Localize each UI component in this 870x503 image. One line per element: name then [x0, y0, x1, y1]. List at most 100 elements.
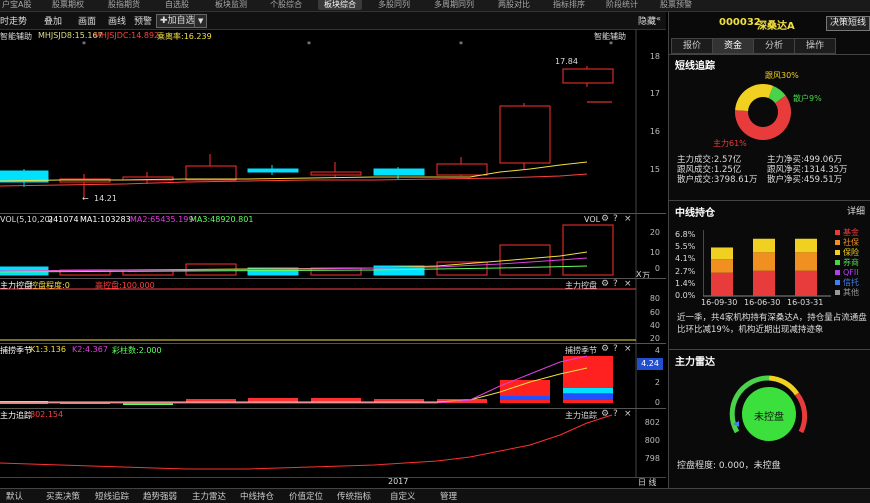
holding-legend: 基金 社保 保险 券商 QFII 信托 其他 — [835, 228, 869, 298]
donut-label-main: 主力61% — [713, 139, 747, 148]
holding-bar-segment — [795, 238, 817, 253]
season-bar-cyan — [563, 388, 613, 393]
day-line-toggle[interactable]: 日 线 — [638, 477, 657, 488]
nav-item[interactable]: 户宝A股 — [2, 0, 31, 10]
season-bar-blue — [563, 394, 613, 400]
stat-retail-net: 散户净买:459.51万 — [767, 175, 843, 185]
legend-item: 社保 — [835, 238, 869, 248]
holding-bar-segment — [753, 238, 775, 253]
toolbar-alert[interactable]: 预警 — [134, 14, 152, 27]
y-tick: 17 — [649, 89, 660, 98]
trace-chart[interactable] — [0, 409, 666, 477]
min-price-label-arrow: ← — [82, 194, 89, 203]
volume-chart[interactable] — [0, 214, 666, 278]
candle — [499, 105, 551, 164]
season-chart[interactable] — [0, 344, 666, 408]
bottom-tab[interactable]: 自定义 — [390, 490, 416, 502]
tab-quote[interactable]: 报价 — [671, 38, 713, 54]
y-tick: 800 — [644, 436, 660, 445]
y-tick: 4 — [654, 346, 660, 355]
nav-item[interactable]: 指标排序 — [553, 0, 585, 10]
x-label: 16-09-30 — [701, 298, 738, 307]
candle — [59, 178, 111, 183]
y-tick: 1.4% — [675, 279, 696, 288]
add-watchlist-button[interactable]: ✚加自选 — [156, 14, 199, 28]
bottom-tab[interactable]: 趋势强弱 — [143, 490, 177, 502]
min-price-label: 14.21 — [94, 194, 117, 203]
bottom-tab[interactable]: 默认 — [6, 490, 23, 502]
nav-item[interactable]: 股指期货 — [108, 0, 140, 10]
time-axis — [0, 477, 666, 488]
holding-detail-link[interactable]: 详细 — [847, 204, 865, 217]
hide-panel-button[interactable]: 隐藏 — [638, 14, 656, 27]
nav-item[interactable]: 股票期权 — [52, 0, 84, 10]
legend-swatch — [835, 250, 840, 255]
holding-bar-segment — [753, 270, 775, 296]
decision-button[interactable]: 决策短线 — [826, 16, 870, 31]
tab-analysis[interactable]: 分析 — [753, 38, 795, 54]
y-tick: 60 — [649, 308, 660, 317]
nav-item[interactable]: 多周期同列 — [434, 0, 474, 10]
legend-swatch — [835, 280, 840, 285]
divider — [669, 200, 870, 201]
top-nav: 户宝A股 股票期权 股指期货 自选股 板块监测 个股综合 板块综合 多股同列 多… — [0, 0, 870, 12]
nav-item[interactable]: 自选股 — [165, 0, 189, 10]
y-tick: 0 — [654, 398, 660, 407]
y-tick: 2 — [654, 378, 660, 387]
bottom-tab[interactable]: 价值定位 — [289, 490, 323, 502]
y-tick: 10 — [649, 248, 660, 257]
toolbar-overlay[interactable]: 叠加 — [44, 14, 62, 27]
y-tick: 20 — [649, 334, 660, 343]
x-label: 16-03-31 — [787, 298, 824, 307]
nav-item[interactable]: 多股同列 — [378, 0, 410, 10]
bottom-tab[interactable]: 买卖决策 — [46, 490, 80, 502]
bottom-tab[interactable]: 短线追踪 — [95, 490, 129, 502]
bottom-tab[interactable]: 中线持仓 — [240, 490, 274, 502]
nav-item[interactable]: 个股综合 — [270, 0, 302, 10]
bottom-tab[interactable]: 传统指标 — [337, 490, 371, 502]
nav-item-active[interactable]: 板块综合 — [318, 0, 362, 10]
nav-item[interactable]: 两股对比 — [498, 0, 530, 10]
double-chevron-icon[interactable]: « — [656, 14, 661, 23]
legend-item: 其他 — [835, 288, 869, 298]
legend-item: QFII — [835, 268, 869, 278]
nav-item[interactable]: 板块监测 — [215, 0, 247, 10]
shortline-donut-chart — [735, 84, 791, 140]
candle — [247, 168, 299, 173]
bottom-tab[interactable]: 管理 — [440, 490, 457, 502]
holding-bar-chart — [703, 230, 831, 297]
legend-item: 基金 — [835, 228, 869, 238]
holding-bar-segment — [795, 270, 817, 296]
max-price-label: 17.84 — [555, 57, 578, 66]
control-chart[interactable] — [0, 279, 666, 343]
y-tick: 798 — [644, 454, 660, 463]
candle — [373, 168, 425, 176]
nav-item[interactable]: 阶段统计 — [606, 0, 638, 10]
season-current-value: 4.24 — [637, 358, 663, 370]
toolbar-draw[interactable]: 画线 — [108, 14, 126, 27]
donut-label-retail: 散户9% — [793, 94, 822, 103]
tab-operate[interactable]: 操作 — [794, 38, 836, 54]
stat-retail-volume: 散户成交:3798.61万 — [677, 175, 758, 185]
legend-swatch — [835, 260, 840, 265]
donut-label-follow: 跟风30% — [765, 71, 799, 80]
candle — [436, 163, 488, 176]
holding-bar-segment — [795, 252, 817, 271]
tab-capital[interactable]: 资金 — [712, 38, 754, 54]
chevron-down-icon[interactable]: ▼ — [194, 14, 208, 28]
radar-center-label: 未控盘 — [754, 412, 784, 423]
legend-label: 保险 — [843, 248, 859, 257]
shortline-title: 短线追踪 — [675, 61, 715, 72]
toolbar-layout[interactable]: 画面 — [78, 14, 96, 27]
legend-label: 社保 — [843, 238, 859, 247]
candle — [185, 165, 237, 181]
legend-label: 基金 — [843, 228, 859, 237]
legend-label: QFII — [843, 268, 859, 277]
legend-swatch — [835, 230, 840, 235]
y-tick: 80 — [649, 294, 660, 303]
bottom-tab[interactable]: 主力雷达 — [192, 490, 226, 502]
toolbar-timeshare[interactable]: 时走势 — [0, 14, 27, 27]
nav-item[interactable]: 股票预警 — [660, 0, 692, 10]
radar-title: 主力雷达 — [675, 357, 715, 368]
divider — [669, 54, 870, 55]
